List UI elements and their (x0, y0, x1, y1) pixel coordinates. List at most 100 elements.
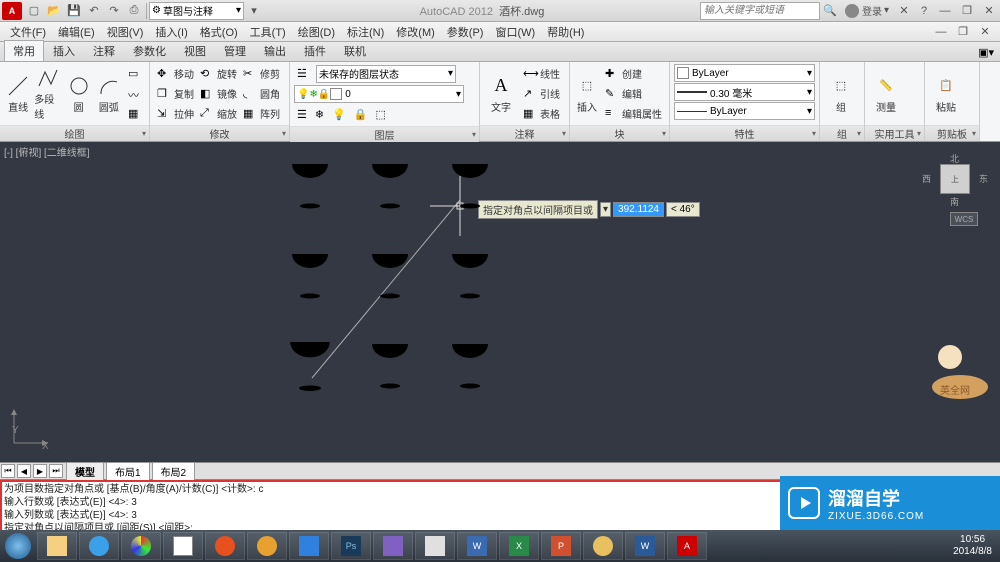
layer-combo[interactable]: 💡❄🔒0▾ (294, 85, 464, 103)
view-controls-label[interactable]: [-] [俯视] [二维线框] (4, 144, 90, 159)
dyn-distance-input[interactable]: 392.1124 (613, 202, 664, 217)
tb-app4[interactable] (289, 532, 329, 560)
circle-button[interactable]: 圆 (65, 74, 93, 114)
tb-word[interactable]: W (457, 532, 497, 560)
array-button[interactable]: ▦阵列 (240, 104, 283, 123)
tab-layout2[interactable]: 布局2 (152, 462, 196, 480)
start-button[interactable] (0, 530, 36, 562)
source-object[interactable] (287, 337, 333, 398)
mirror-button[interactable]: ◧镜像 (197, 84, 240, 103)
create-block-button[interactable]: ✚创建 (602, 64, 665, 83)
minimize-button[interactable]: — (934, 2, 956, 20)
panel-props-title[interactable]: 特性▾ (670, 125, 819, 141)
tab-annotate[interactable]: 注释 (84, 40, 124, 61)
menu-dim[interactable]: 标注(N) (341, 24, 390, 40)
tab-nav-prev[interactable]: ◀ (17, 464, 31, 478)
tab-addins[interactable]: 插件 (295, 40, 335, 61)
tb-app1[interactable] (121, 532, 161, 560)
tb-excel[interactable]: X (499, 532, 539, 560)
menu-view[interactable]: 视图(V) (101, 24, 150, 40)
color-combo[interactable]: ByLayer▾ (674, 64, 815, 82)
login-button[interactable]: 登录▾ (845, 3, 889, 18)
tb-app5[interactable] (373, 532, 413, 560)
dyn-angle-input[interactable]: < 46° (666, 202, 700, 217)
tab-home[interactable]: 常用 (4, 40, 44, 61)
close-button[interactable]: ✕ (978, 2, 1000, 20)
workspace-combo[interactable]: ⚙草图与注释▾ (149, 2, 244, 20)
help-icon[interactable]: ? (915, 2, 933, 20)
viewcube-top[interactable]: 上 (940, 164, 970, 194)
spline-button[interactable]: 〰 (125, 84, 145, 103)
group-button[interactable]: ⬚组 (824, 74, 858, 114)
linetype-combo[interactable]: ByLayer▾ (674, 102, 815, 120)
edit-block-button[interactable]: ✎编辑 (602, 84, 665, 103)
hatch-button[interactable]: ▦ (125, 104, 145, 123)
drawing-canvas[interactable]: [-] [俯视] [二维线框] 北 南 西 东 上 WCS 指定对角点以间隔项目… (0, 142, 1000, 462)
layer-props-button[interactable]: ☱ (294, 64, 314, 83)
menu-format[interactable]: 格式(O) (194, 24, 244, 40)
doc-restore-button[interactable]: ❐ (952, 23, 974, 41)
help-search-input[interactable] (700, 2, 820, 20)
panel-modify-title[interactable]: 修改▾ (150, 125, 289, 141)
tb-explorer[interactable] (37, 532, 77, 560)
ribbon-collapse-icon[interactable]: ▣▾ (972, 44, 1000, 61)
tab-nav-last[interactable]: ⏭ (49, 464, 63, 478)
tab-model[interactable]: 模型 (66, 462, 104, 480)
panel-block-title[interactable]: 块▾ (570, 125, 669, 141)
table-button[interactable]: ▦表格 (520, 104, 563, 123)
insert-block-button[interactable]: ⬚插入 (574, 74, 600, 114)
tab-output[interactable]: 输出 (255, 40, 295, 61)
tb-mediaplayer[interactable] (205, 532, 245, 560)
app-logo[interactable]: A (2, 2, 22, 20)
tab-parametric[interactable]: 参数化 (124, 40, 175, 61)
menu-param[interactable]: 参数(P) (441, 24, 490, 40)
panel-annot-title[interactable]: 注释▾ (480, 125, 569, 141)
tab-manage[interactable]: 管理 (215, 40, 255, 61)
move-button[interactable]: ✥移动 (154, 64, 197, 83)
tb-ie[interactable] (79, 532, 119, 560)
qat-new-icon[interactable]: ▢ (25, 2, 43, 20)
lineweight-combo[interactable]: 0.30 毫米▾ (674, 83, 815, 101)
panel-group-title[interactable]: 组▾ (820, 125, 864, 141)
menu-file[interactable]: 文件(F) (4, 24, 52, 40)
qat-save-icon[interactable]: 💾 (65, 2, 83, 20)
viewcube[interactable]: 北 南 西 东 上 (930, 154, 980, 204)
menu-help[interactable]: 帮助(H) (541, 24, 590, 40)
dynamic-input[interactable]: 指定对角点以间隔项目或 ▾ 392.1124 < 46° (478, 200, 700, 219)
search-icon[interactable]: 🔍 (821, 2, 839, 20)
menu-tools[interactable]: 工具(T) (244, 24, 292, 40)
arc-button[interactable]: 圆弧 (95, 74, 123, 114)
layer-state-combo[interactable]: 未保存的图层状态▾ (316, 65, 456, 83)
tb-app7[interactable] (583, 532, 623, 560)
layer-off-button[interactable]: 💡 (329, 105, 349, 124)
scale-button[interactable]: ⤢缩放 (197, 104, 240, 123)
paste-button[interactable]: 📋粘贴 (929, 74, 963, 114)
doc-minimize-button[interactable]: — (930, 23, 952, 41)
tab-layout1[interactable]: 布局1 (106, 462, 150, 480)
tb-autocad[interactable]: A (667, 532, 707, 560)
rect-button[interactable]: ▭ (125, 64, 145, 83)
leader-button[interactable]: ↗引线 (520, 84, 563, 103)
polyline-button[interactable]: 多段线 (34, 66, 62, 121)
qat-undo-icon[interactable]: ↶ (85, 2, 103, 20)
tb-wps[interactable]: W (625, 532, 665, 560)
trim-button[interactable]: ✂修剪 (240, 64, 283, 83)
menu-draw[interactable]: 绘图(D) (292, 24, 341, 40)
tb-ps[interactable]: Ps (331, 532, 371, 560)
layer-match-button[interactable]: ⬚ (373, 105, 389, 124)
dyn-dropdown-icon[interactable]: ▾ (600, 202, 611, 217)
menu-insert[interactable]: 插入(I) (149, 24, 193, 40)
doc-close-button[interactable]: ✕ (974, 23, 996, 41)
menu-modify[interactable]: 修改(M) (390, 24, 441, 40)
tb-ppt[interactable]: P (541, 532, 581, 560)
system-clock[interactable]: 10:56 2014/8/8 (945, 534, 1000, 558)
layer-lock-button[interactable]: 🔒 (351, 105, 371, 124)
layer-freeze-button[interactable]: ❄ (312, 105, 327, 124)
tb-app3[interactable] (247, 532, 287, 560)
linear-dim-button[interactable]: ⟷线性 (520, 64, 563, 83)
panel-draw-title[interactable]: 绘图▾ (0, 125, 149, 141)
menu-window[interactable]: 窗口(W) (489, 24, 541, 40)
tb-app6[interactable] (415, 532, 455, 560)
text-button[interactable]: A文字 (484, 74, 518, 114)
tab-insert[interactable]: 插入 (44, 40, 84, 61)
